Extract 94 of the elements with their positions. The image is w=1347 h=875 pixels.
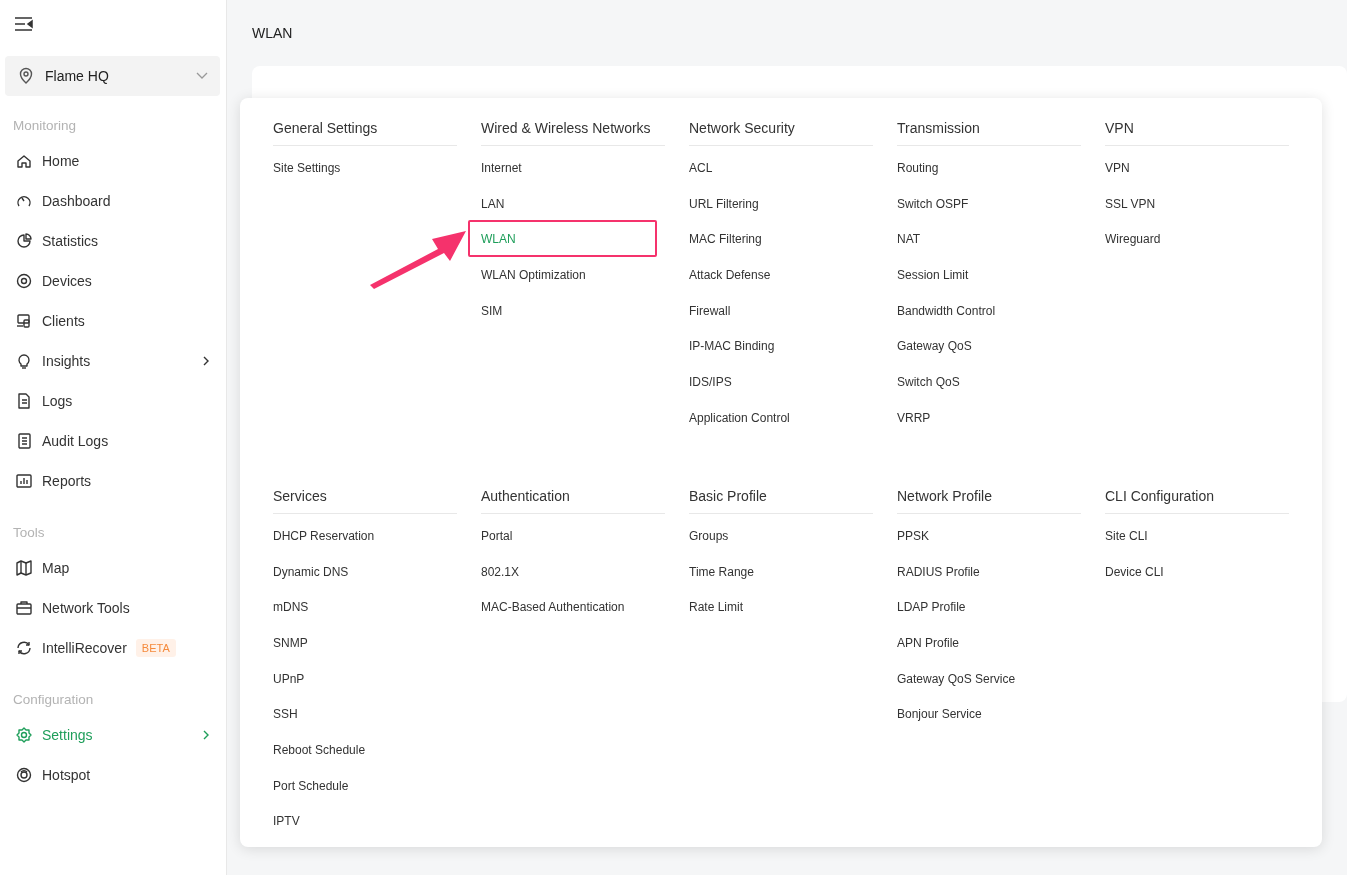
nav-item[interactable]: Reports — [5, 461, 220, 501]
menu-item[interactable]: Rate Limit — [689, 600, 744, 615]
sync-icon — [15, 639, 33, 657]
nav-item[interactable]: Hotspot — [5, 755, 220, 795]
menu-item[interactable]: Reboot Schedule — [273, 742, 366, 757]
gear-icon — [15, 726, 33, 744]
location-pin-icon — [17, 67, 35, 85]
menu-item[interactable]: Port Schedule — [273, 778, 349, 793]
menu-item[interactable]: Time Range — [689, 564, 754, 579]
menu-item[interactable]: Site CLI — [1105, 528, 1148, 543]
beta-badge: BETA — [135, 639, 176, 657]
pie-icon — [15, 232, 33, 250]
menu-item[interactable]: Internet — [481, 160, 522, 175]
menu-item[interactable]: Gateway QoS Service — [897, 671, 1016, 686]
menu-item[interactable]: Firewall — [689, 303, 731, 318]
site-selector[interactable]: Flame HQ — [5, 56, 220, 96]
menu-item[interactable]: mDNS — [273, 600, 309, 615]
group-heading: VPN — [1105, 120, 1289, 146]
menu-item[interactable]: WLAN Optimization — [481, 267, 586, 282]
map-icon — [15, 559, 33, 577]
group-heading: General Settings — [273, 120, 457, 146]
menu-item[interactable]: VRRP — [897, 410, 931, 425]
menu-item[interactable]: Bonjour Service — [897, 707, 982, 722]
menu-item[interactable]: Device CLI — [1105, 564, 1164, 579]
section-heading: Monitoring — [13, 118, 78, 133]
menu-item[interactable]: MAC-Based Authentication — [481, 600, 625, 615]
chevron-down-icon — [196, 72, 208, 80]
nav-item[interactable]: Insights — [5, 341, 220, 381]
chart-icon — [15, 472, 33, 490]
menu-item[interactable]: IDS/IPS — [689, 374, 732, 389]
doc-icon — [15, 392, 33, 410]
hotspot-icon — [15, 766, 33, 784]
menu-item[interactable]: Groups — [689, 528, 729, 543]
group-heading: Wired & Wireless Networks — [481, 120, 665, 146]
menu-item[interactable]: VPN — [1105, 160, 1130, 175]
menu-item[interactable]: NAT — [897, 232, 921, 247]
menu-item[interactable]: LDAP Profile — [897, 600, 966, 615]
nav-item[interactable]: Audit Logs — [5, 421, 220, 461]
menu-item[interactable]: Wireguard — [1105, 232, 1161, 247]
nav-item[interactable]: Settings — [5, 715, 220, 755]
list-icon — [15, 432, 33, 450]
menu-icon[interactable] — [14, 16, 34, 32]
toolbox-icon — [15, 599, 33, 617]
menu-item[interactable]: PPSK — [897, 528, 929, 543]
menu-item[interactable]: SSL VPN — [1105, 196, 1156, 211]
menu-item[interactable]: Portal — [481, 528, 513, 543]
nav-item[interactable]: Map — [5, 548, 220, 588]
menu-item[interactable]: Switch QoS — [897, 374, 960, 389]
nav-item[interactable]: Network Tools — [5, 588, 220, 628]
nav-item[interactable]: Statistics — [5, 221, 220, 261]
page-title: WLAN — [252, 25, 294, 41]
menu-item[interactable]: Switch OSPF — [897, 196, 969, 211]
menu-item[interactable]: Attack Defense — [689, 267, 771, 282]
group-heading: Services — [273, 488, 457, 514]
menu-item[interactable]: ACL — [689, 160, 713, 175]
group-heading: Transmission — [897, 120, 1081, 146]
menu-item[interactable]: LAN — [481, 196, 505, 211]
menu-item[interactable]: UPnP — [273, 671, 305, 686]
group-heading: Authentication — [481, 488, 665, 514]
menu-item[interactable]: APN Profile — [897, 635, 960, 650]
nav-item[interactable]: Dashboard — [5, 181, 220, 221]
nav-item[interactable]: Logs — [5, 381, 220, 421]
menu-item[interactable]: DHCP Reservation — [273, 528, 375, 543]
home-icon — [15, 152, 33, 170]
bulb-icon — [15, 352, 33, 370]
menu-item[interactable]: SIM — [481, 303, 503, 318]
menu-item[interactable]: URL Filtering — [689, 196, 759, 211]
menu-item[interactable]: WLAN — [481, 232, 516, 247]
menu-item[interactable]: IP-MAC Binding — [689, 339, 775, 354]
nav-item[interactable]: Home — [5, 141, 220, 181]
group-heading: Basic Profile — [689, 488, 873, 514]
target-icon — [15, 272, 33, 290]
section-heading: Configuration — [13, 692, 95, 707]
menu-item[interactable]: Site Settings — [273, 160, 341, 175]
menu-item[interactable]: SNMP — [273, 635, 308, 650]
menu-item[interactable]: Bandwidth Control — [897, 303, 996, 318]
menu-item[interactable]: Application Control — [689, 410, 790, 425]
clients-icon — [15, 312, 33, 330]
menu-item[interactable]: MAC Filtering — [689, 232, 762, 247]
menu-item[interactable]: Session Limit — [897, 267, 969, 282]
section-heading: Tools — [13, 525, 46, 540]
nav-item[interactable]: Clients — [5, 301, 220, 341]
menu-item[interactable]: Dynamic DNS — [273, 564, 349, 579]
nav-item[interactable]: IntelliRecover BETA — [5, 628, 220, 668]
group-heading: Network Security — [689, 120, 873, 146]
group-heading: CLI Configuration — [1105, 488, 1289, 514]
menu-item[interactable]: IPTV — [273, 814, 300, 829]
menu-item[interactable]: RADIUS Profile — [897, 564, 980, 579]
menu-item[interactable]: SSH — [273, 707, 298, 722]
nav-item[interactable]: Devices — [5, 261, 220, 301]
menu-item[interactable]: Gateway QoS — [897, 339, 972, 354]
group-heading: Network Profile — [897, 488, 1081, 514]
menu-item[interactable]: 802.1X — [481, 564, 520, 579]
menu-item[interactable]: Routing — [897, 160, 939, 175]
